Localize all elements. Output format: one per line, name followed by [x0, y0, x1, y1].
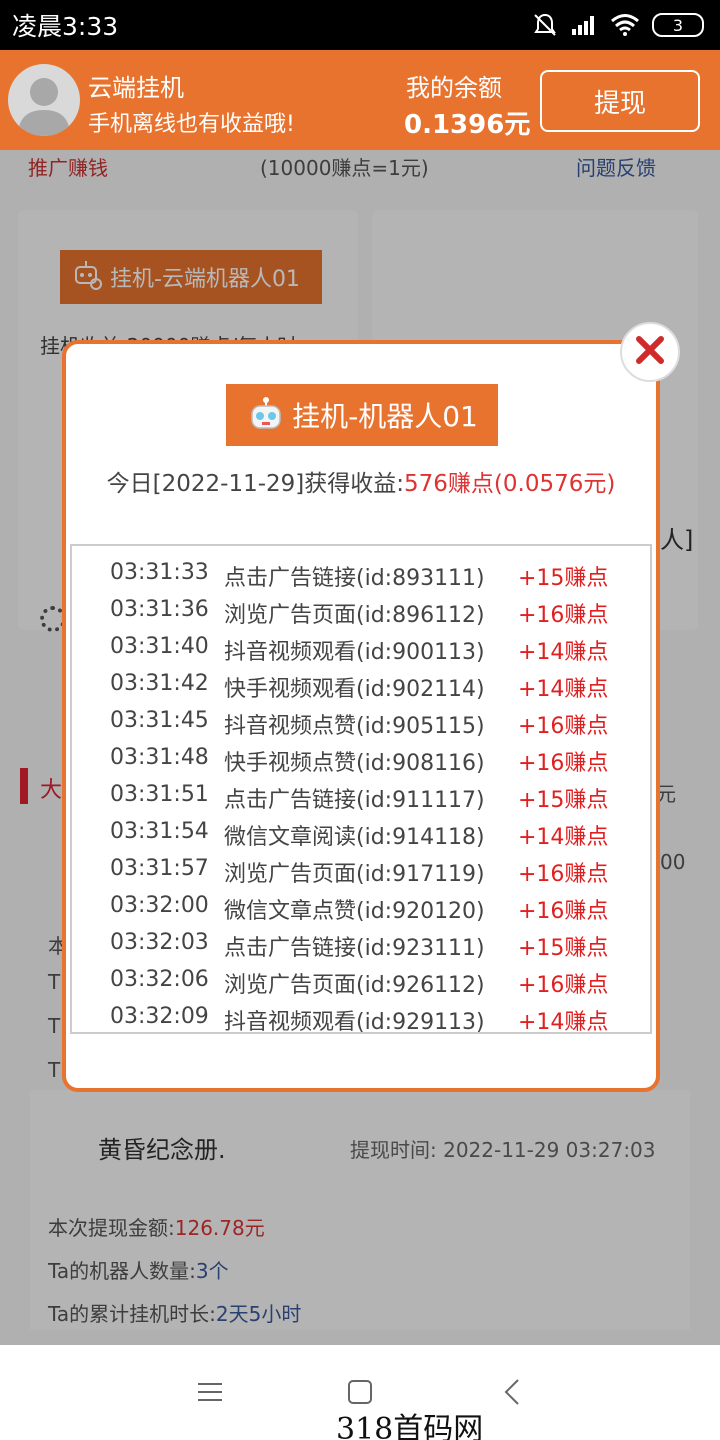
log-task: 浏览广告页面(id:917119): [224, 862, 485, 887]
menu-nav-button[interactable]: [190, 1377, 230, 1407]
log-time: 03:31:51: [110, 782, 209, 807]
balance-label: 我的余额: [406, 74, 502, 102]
status-time: 凌晨3:33: [12, 12, 119, 41]
log-points: +16赚点: [518, 973, 609, 998]
app-header: 云端挂机 手机离线也有收益哦! 我的余额 0.1396元 提现: [0, 50, 720, 150]
log-points: +16赚点: [518, 862, 609, 887]
log-points: +16赚点: [518, 714, 609, 739]
log-row: 03:32:00 微信文章点赞(id:920120) +16赚点: [72, 889, 650, 926]
log-time: 03:31:57: [110, 856, 209, 881]
log-task: 抖音视频观看(id:929113): [224, 1010, 485, 1034]
log-points: +14赚点: [518, 1010, 609, 1034]
log-row: 03:32:09 抖音视频观看(id:929113) +14赚点: [72, 1000, 650, 1034]
close-icon: [634, 334, 666, 370]
log-task: 点击广告链接(id:911117): [224, 788, 485, 813]
log-points: +15赚点: [518, 788, 609, 813]
app-title: 云端挂机: [88, 74, 184, 102]
log-time: 03:32:03: [110, 930, 209, 955]
log-points: +14赚点: [518, 677, 609, 702]
log-time: 03:32:06: [110, 967, 209, 992]
log-time: 03:32:00: [110, 893, 209, 918]
log-row: 03:31:48 快手视频点赞(id:908116) +16赚点: [72, 741, 650, 778]
close-modal-button[interactable]: [620, 322, 680, 382]
robot-earnings-modal: 挂机-机器人01 今日[2022-11-29]获得收益:576赚点(0.0576…: [62, 340, 660, 1092]
robot-face-icon: [246, 392, 286, 439]
modal-title: 挂机-机器人01: [292, 400, 478, 433]
log-row: 03:31:33 点击广告链接(id:893111) +15赚点: [72, 556, 650, 593]
mute-bell-icon: [532, 12, 558, 38]
log-time: 03:31:45: [110, 708, 209, 733]
log-time: 03:31:36: [110, 597, 209, 622]
log-time: 03:32:09: [110, 1004, 209, 1029]
log-task: 抖音视频点赞(id:905115): [224, 714, 485, 739]
earnings-log[interactable]: 03:31:33 点击广告链接(id:893111) +15赚点 03:31:36 浏览…: [70, 544, 652, 1034]
today-earnings: 今日[2022-11-29]获得收益:576赚点(0.0576元): [106, 471, 616, 497]
log-time: 03:31:42: [110, 671, 209, 696]
log-row: 03:32:06 浏览广告页面(id:926112) +16赚点: [72, 963, 650, 1000]
log-time: 03:31:33: [110, 560, 209, 585]
log-row: 03:32:03 点击广告链接(id:923111) +15赚点: [72, 926, 650, 963]
log-row: 03:31:42 快手视频观看(id:902114) +14赚点: [72, 667, 650, 704]
log-task: 微信文章阅读(id:914118): [224, 825, 485, 850]
watermark-text: 318首码网 www.e318.com: [336, 1412, 484, 1440]
log-points: +14赚点: [518, 640, 609, 665]
log-points: +15赚点: [518, 936, 609, 961]
withdraw-button[interactable]: 提现: [540, 70, 700, 132]
signal-icon: [570, 13, 598, 37]
log-row: 03:31:40 抖音视频观看(id:900113) +14赚点: [72, 630, 650, 667]
log-points: +16赚点: [518, 899, 609, 924]
log-points: +16赚点: [518, 751, 609, 776]
today-earnings-value: 576赚点(0.0576元): [404, 471, 616, 497]
log-task: 点击广告链接(id:893111): [224, 566, 485, 591]
log-time: 03:31:48: [110, 745, 209, 770]
wifi-icon: [610, 13, 640, 37]
log-task: 点击广告链接(id:923111): [224, 936, 485, 961]
avatar[interactable]: [8, 64, 80, 136]
log-row: 03:31:36 浏览广告页面(id:896112) +16赚点: [72, 593, 650, 630]
log-row: 03:31:45 抖音视频点赞(id:905115) +16赚点: [72, 704, 650, 741]
log-row: 03:31:51 点击广告链接(id:911117) +15赚点: [72, 778, 650, 815]
log-task: 快手视频观看(id:902114): [224, 677, 485, 702]
app-subtitle: 手机离线也有收益哦!: [88, 112, 295, 137]
log-points: +14赚点: [518, 825, 609, 850]
log-task: 微信文章点赞(id:920120): [224, 899, 485, 924]
modal-title-tag: 挂机-机器人01: [226, 384, 498, 446]
log-time: 03:31:40: [110, 634, 209, 659]
back-nav-button[interactable]: [492, 1377, 532, 1407]
log-time: 03:31:54: [110, 819, 209, 844]
log-task: 抖音视频观看(id:900113): [224, 640, 485, 665]
balance-value: 0.1396元: [404, 110, 531, 140]
home-nav-button[interactable]: [340, 1377, 380, 1407]
status-icons: 3: [532, 12, 704, 38]
battery-icon: 3: [652, 13, 704, 37]
log-task: 浏览广告页面(id:896112): [224, 603, 485, 628]
log-row: 03:31:57 浏览广告页面(id:917119) +16赚点: [72, 852, 650, 889]
log-points: +16赚点: [518, 603, 609, 628]
log-task: 快手视频点赞(id:908116): [224, 751, 485, 776]
log-points: +15赚点: [518, 566, 609, 591]
status-bar: 凌晨3:33 3: [0, 0, 720, 50]
log-row: 03:31:54 微信文章阅读(id:914118) +14赚点: [72, 815, 650, 852]
log-task: 浏览广告页面(id:926112): [224, 973, 485, 998]
